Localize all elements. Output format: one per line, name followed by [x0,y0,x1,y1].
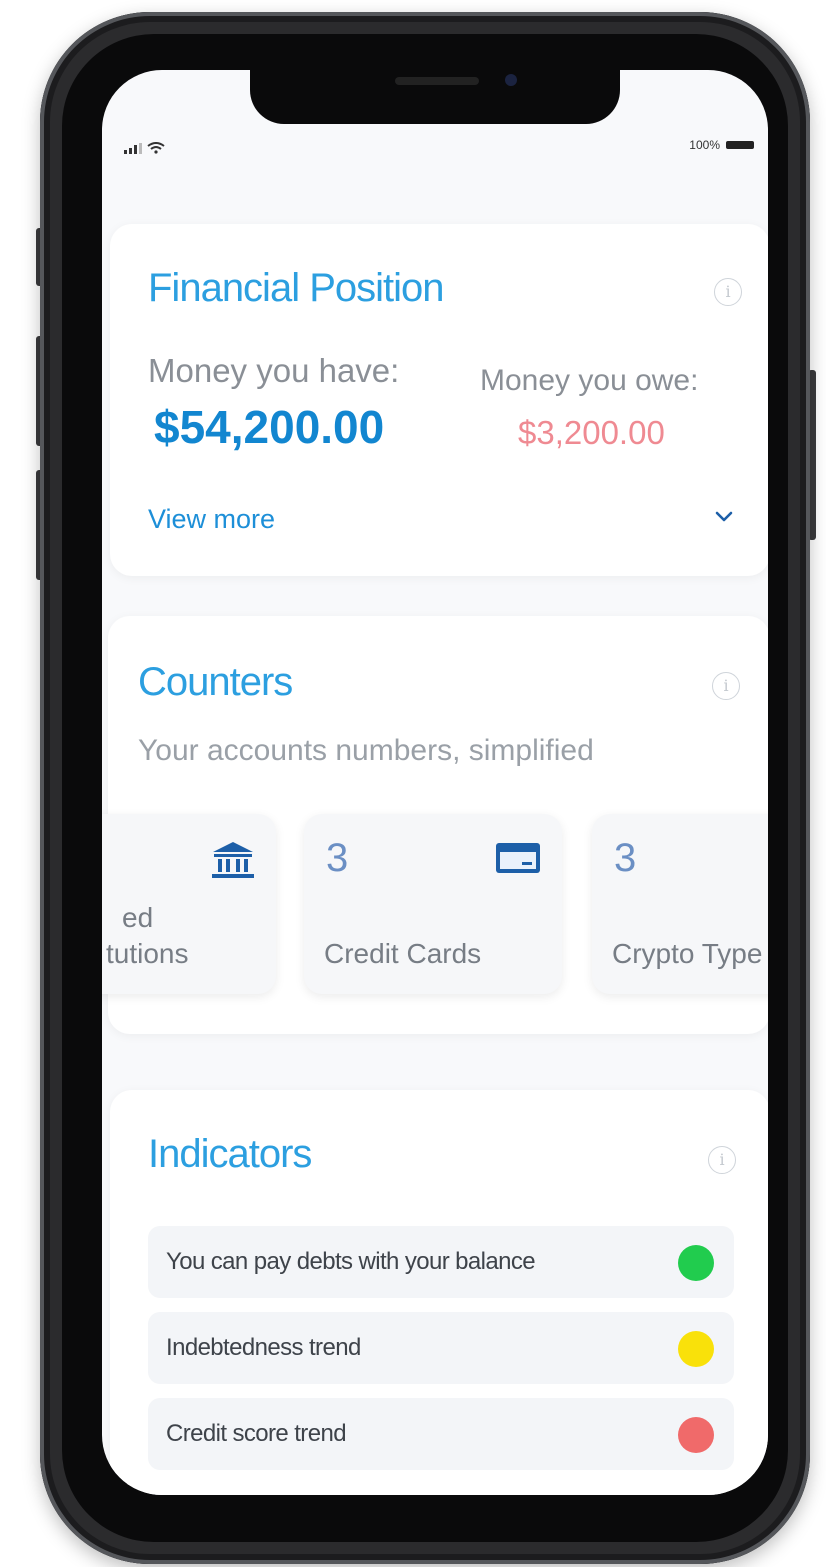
counter-label: Credit Cards [324,938,482,969]
status-dot-green [678,1245,714,1281]
counter-tile-credit-cards[interactable]: 3 Credit Cards [304,814,562,994]
status-dot-yellow [678,1331,714,1367]
counter-label: Crypto Type [612,938,763,969]
counter-label: ed [122,902,154,933]
speaker-grille [395,77,479,85]
counter-tile-crypto[interactable]: 3 Crypto Type [592,814,768,994]
money-owe-value: $3,200.00 [518,414,665,451]
chevron-down-icon[interactable] [710,502,738,530]
indicator-row[interactable]: Credit score trend [148,1398,734,1470]
indicators-card: Indicators i You can pay debts with your… [110,1090,768,1495]
financial-position-title: Financial Position [148,266,444,310]
status-bar-right: 100% [689,138,754,152]
counters-title: Counters [138,660,293,704]
view-more-link[interactable]: View more [148,504,275,535]
notch [250,70,620,124]
money-have-value: $54,200.00 [154,401,385,453]
counter-number: 3 [614,836,637,880]
battery-icon [726,141,754,149]
indicators-title: Indicators [148,1132,312,1176]
info-icon[interactable]: i [712,672,740,700]
indicator-row[interactable]: You can pay debts with your balance [148,1226,734,1298]
counter-label: tutions [106,938,189,969]
counter-number: 3 [326,836,349,880]
money-owe-label: Money you owe: [480,364,699,397]
phone-screen: 100% Financial Position i Money you have… [102,70,768,1495]
indicator-label: Credit score trend [166,1420,347,1447]
indicator-label: Indebtedness trend [166,1334,361,1361]
status-bar-left [124,142,165,154]
money-have-label: Money you have: [148,352,400,389]
counters-card: Counters i Your accounts numbers, simpli… [102,616,768,1034]
indicator-row[interactable]: Indebtedness trend [148,1312,734,1384]
counter-tile-institutions[interactable]: ed tutions [102,814,276,994]
battery-percentage: 100% [689,138,720,152]
status-dot-red [678,1417,714,1453]
front-camera [505,74,517,86]
bank-icon [212,842,254,878]
credit-card-icon [496,843,540,873]
indicator-label: You can pay debts with your balance [166,1248,536,1275]
counters-subtitle: Your accounts numbers, simplified [138,734,594,767]
financial-position-card: Financial Position i Money you have: $54… [110,224,768,576]
signal-icon [124,143,142,154]
info-icon[interactable]: i [708,1146,736,1174]
info-icon[interactable]: i [714,278,742,306]
wifi-icon [147,142,165,154]
